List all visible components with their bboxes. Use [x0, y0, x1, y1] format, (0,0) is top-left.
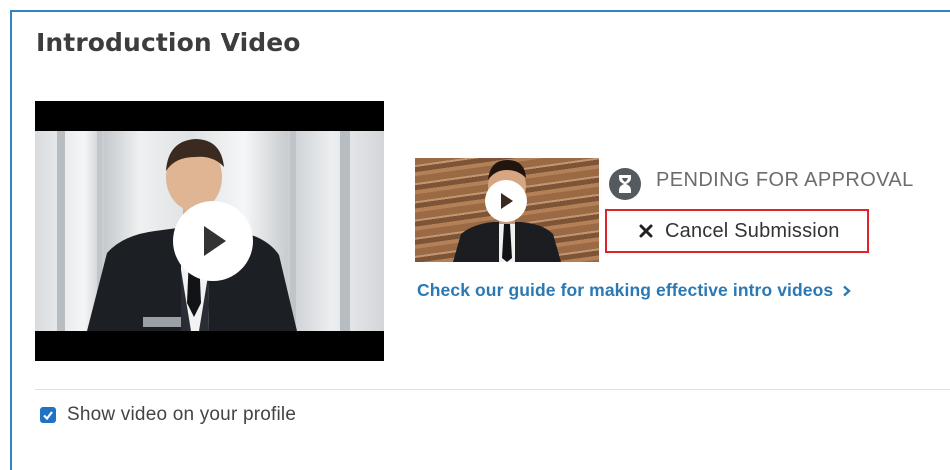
main-video-player[interactable] — [35, 101, 384, 361]
play-button-small[interactable] — [485, 180, 527, 222]
play-icon — [501, 193, 513, 209]
intro-video-guide-link[interactable]: Check our guide for making effective int… — [417, 280, 852, 301]
chevron-right-icon — [843, 285, 852, 297]
guide-link-label: Check our guide for making effective int… — [417, 280, 834, 300]
approval-status: PENDING FOR APPROVAL — [656, 169, 914, 191]
show-on-profile-checkbox[interactable] — [40, 407, 56, 423]
section-title: Introduction Video — [36, 28, 301, 57]
hourglass-icon — [609, 168, 641, 200]
main-video-frame — [35, 131, 384, 331]
play-icon — [204, 226, 226, 256]
cancel-submission-label: Cancel Submission — [665, 219, 840, 242]
checkmark-icon — [43, 411, 53, 421]
close-icon — [639, 224, 653, 238]
cancel-submission-button[interactable]: Cancel Submission — [605, 209, 869, 253]
play-button-large[interactable] — [173, 201, 253, 281]
show-on-profile-label[interactable]: Show video on your profile — [67, 404, 296, 426]
intro-video-card: Introduction Video PENDING FOR APPROVAL … — [10, 10, 950, 470]
show-on-profile-row[interactable]: Show video on your profile — [40, 404, 296, 426]
section-divider — [35, 389, 950, 390]
video-thumbnail[interactable] — [415, 158, 599, 262]
